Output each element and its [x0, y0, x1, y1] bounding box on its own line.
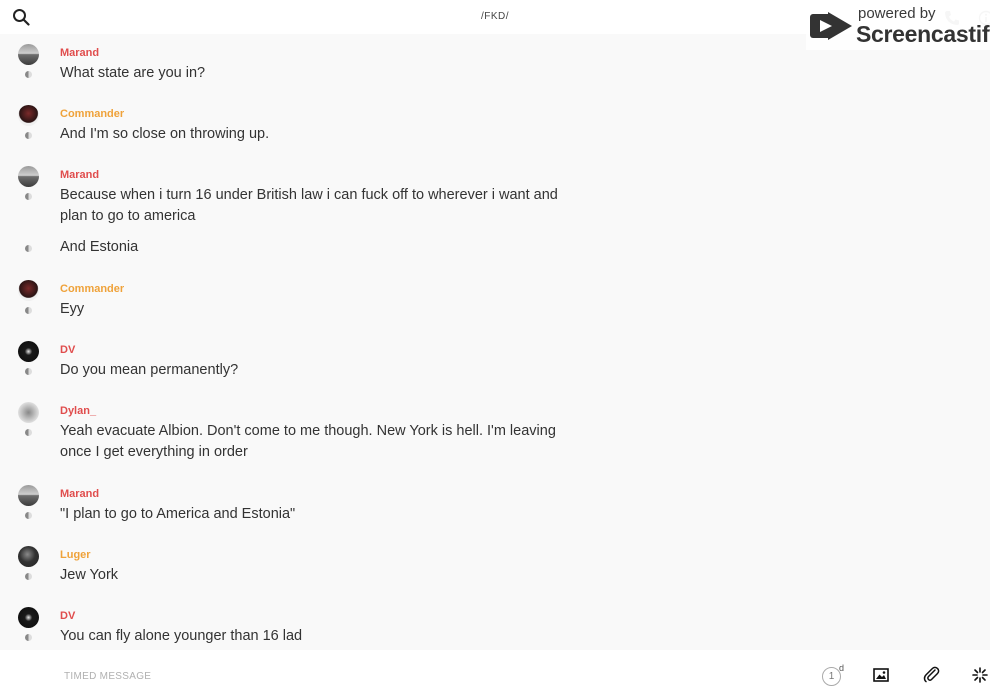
paperclip-icon[interactable] [923, 666, 940, 683]
message-text: Eyy [60, 301, 85, 317]
message-text: Jew York [60, 567, 119, 583]
message-timer-button[interactable]: 1 d [822, 663, 845, 686]
message-text: You can fly alone younger than 16 lad [60, 628, 303, 644]
read-status-icon [25, 429, 32, 436]
read-status-icon [25, 512, 32, 519]
avatar[interactable] [18, 402, 39, 423]
avatar[interactable] [18, 546, 39, 567]
avatar[interactable] [18, 280, 39, 301]
message-author[interactable]: Commander [60, 283, 124, 295]
message-author[interactable]: Dylan_ [60, 405, 96, 417]
message-author[interactable]: DV [60, 344, 75, 356]
read-status-icon [25, 307, 32, 314]
message-author[interactable]: DV [60, 610, 75, 622]
read-status-icon [25, 71, 32, 78]
sparkle-icon[interactable] [972, 667, 988, 683]
read-status-icon [25, 573, 32, 580]
message-text: Do you mean permanently? [60, 362, 239, 378]
message-author[interactable]: Marand [60, 47, 99, 59]
avatar[interactable] [18, 166, 39, 187]
avatar[interactable] [18, 105, 39, 126]
message-text: Because when i turn 16 under British law… [60, 187, 558, 224]
avatar[interactable] [18, 607, 39, 628]
message-list: Marand What state are you in? Commander And… [0, 34, 990, 650]
message-author[interactable]: Commander [60, 108, 124, 120]
message-text: Yeah evacuate Albion. Don't come to me t… [60, 423, 556, 460]
read-status-icon [25, 245, 32, 252]
image-icon[interactable] [873, 667, 889, 683]
avatar[interactable] [18, 485, 39, 506]
message-author[interactable]: Luger [60, 549, 91, 561]
message-text: "I plan to go to America and Estonia" [60, 506, 296, 522]
message-text: And I'm so close on throwing up. [60, 126, 270, 142]
timer-unit: d [839, 663, 845, 673]
read-status-icon [25, 193, 32, 200]
read-status-icon [25, 634, 32, 641]
read-status-icon [25, 368, 32, 375]
message-author[interactable]: Marand [60, 488, 99, 500]
message-text: What state are you in? [60, 65, 206, 81]
message-author[interactable]: Marand [60, 169, 99, 181]
read-status-icon [25, 132, 32, 139]
avatar[interactable] [18, 44, 39, 65]
composer-bar: 1 d [0, 650, 990, 700]
watermark-powered-by: powered by [858, 5, 936, 22]
message-text: And Estonia [60, 239, 139, 255]
avatar[interactable] [18, 341, 39, 362]
message-input[interactable] [62, 662, 766, 690]
